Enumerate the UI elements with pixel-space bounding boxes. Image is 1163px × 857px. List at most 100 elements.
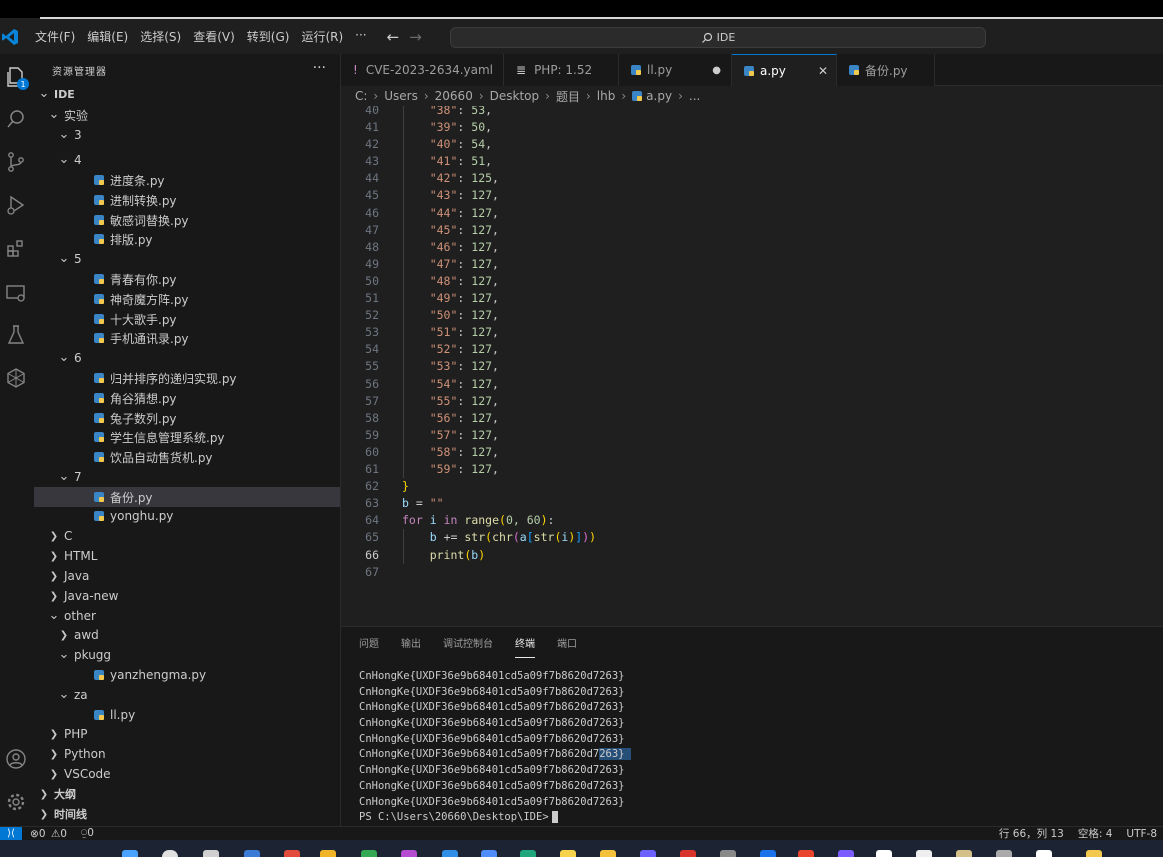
- app-icon[interactable]: [1036, 850, 1052, 857]
- app-icon[interactable]: [520, 850, 536, 857]
- app-icon[interactable]: [916, 850, 932, 857]
- breadcrumb-item[interactable]: Desktop: [490, 89, 540, 103]
- wechat-icon[interactable]: [361, 850, 377, 857]
- file-item[interactable]: 归并排序的递归实现.py: [34, 368, 340, 388]
- tab-1[interactable]: ≣ PHP: 1.52: [504, 54, 619, 86]
- file-item[interactable]: 角谷猜想.py: [34, 388, 340, 408]
- dirty-dot-icon[interactable]: ●: [712, 65, 721, 76]
- explorer-more-icon[interactable]: ···: [313, 60, 326, 76]
- app-icon[interactable]: [401, 850, 417, 857]
- tab-3[interactable]: a.py ✕: [732, 54, 837, 86]
- breadcrumb-item[interactable]: lhb: [597, 89, 616, 103]
- folder-item[interactable]: ❯ Java-new: [34, 586, 340, 606]
- app-icon[interactable]: [798, 850, 814, 857]
- nav-back-icon[interactable]: ←: [387, 28, 400, 46]
- tab-4[interactable]: 备份.py: [837, 54, 935, 86]
- tab-2[interactable]: ll.py ●: [619, 54, 732, 86]
- search-taskbar-icon[interactable]: [162, 850, 178, 857]
- breadcrumb-item[interactable]: ...: [689, 89, 700, 103]
- file-item[interactable]: 神奇魔方阵.py: [34, 289, 340, 309]
- nav-forward-icon[interactable]: →: [409, 28, 422, 46]
- file-item[interactable]: 青春有你.py: [34, 269, 340, 289]
- file-item[interactable]: 进度条.py: [34, 170, 340, 190]
- menu-item[interactable]: ···: [349, 28, 372, 45]
- app-icon[interactable]: [284, 850, 300, 857]
- folder-item[interactable]: ❯ awd: [34, 625, 340, 645]
- panel-tab[interactable]: 端口: [557, 635, 577, 650]
- code-editor[interactable]: 40 "38": 53, 41 "39": 50, 42 "40": 54, 43 "…: [341, 106, 1163, 626]
- app-icon[interactable]: [838, 850, 854, 857]
- menu-item[interactable]: 选择(S): [134, 28, 187, 45]
- gitlens-icon[interactable]: [3, 365, 29, 391]
- breadcrumb-item[interactable]: 题目: [556, 88, 580, 105]
- folder-item[interactable]: ❯ C: [34, 526, 340, 546]
- app-icon[interactable]: [560, 850, 576, 857]
- file-item[interactable]: ll.py: [34, 705, 340, 725]
- search-sidebar-icon[interactable]: [3, 106, 29, 132]
- folder-item[interactable]: ❯ VSCode: [34, 764, 340, 784]
- folder-item[interactable]: ⌄ 4: [34, 150, 340, 170]
- panel-tab[interactable]: 输出: [401, 635, 421, 650]
- folder-item[interactable]: ⌄ other: [34, 606, 340, 626]
- app-icon[interactable]: [720, 850, 736, 857]
- encoding[interactable]: UTF-8: [1126, 828, 1157, 840]
- timeline-section[interactable]: ❯ 时间线: [34, 804, 340, 824]
- file-item[interactable]: 饮品自动售货机.py: [34, 447, 340, 467]
- extensions-icon[interactable]: [3, 236, 29, 262]
- breadcrumb-item[interactable]: C:: [355, 89, 367, 103]
- source-control-icon[interactable]: [3, 149, 29, 175]
- run-debug-icon[interactable]: [3, 192, 29, 218]
- testing-icon[interactable]: [3, 322, 29, 348]
- file-item[interactable]: yanzhengma.py: [34, 665, 340, 685]
- command-center-search[interactable]: IDE: [450, 27, 986, 48]
- close-icon[interactable]: ✕: [818, 64, 828, 78]
- app-icon[interactable]: [1086, 850, 1102, 857]
- folder-item[interactable]: ⌄ 实验: [34, 105, 340, 125]
- panel-tab[interactable]: 问题: [359, 635, 379, 650]
- app-icon[interactable]: [680, 850, 696, 857]
- file-item[interactable]: 进制转换.py: [34, 190, 340, 210]
- file-item[interactable]: 手机通讯录.py: [34, 328, 340, 348]
- menu-item[interactable]: 文件(F): [29, 28, 81, 45]
- app-icon[interactable]: [876, 850, 892, 857]
- file-item[interactable]: 备份.py: [34, 487, 340, 507]
- files-icon[interactable]: [320, 850, 336, 857]
- problems-indicator[interactable]: ⊗0 ⚠0: [30, 828, 67, 840]
- file-item[interactable]: 敏感词替换.py: [34, 210, 340, 230]
- file-item[interactable]: yonghu.py: [34, 506, 340, 526]
- indentation[interactable]: 空格: 4: [1078, 826, 1113, 841]
- file-item[interactable]: 十大歌手.py: [34, 309, 340, 329]
- menu-item[interactable]: 查看(V): [187, 28, 241, 45]
- panel-tab[interactable]: 终端: [515, 635, 535, 658]
- folder-icon[interactable]: [600, 850, 616, 857]
- settings-gear-icon[interactable]: [3, 789, 29, 815]
- terminal-output[interactable]: CnHongKe{UXDF36e9b68401cd5a09f7b8620d726…: [359, 669, 631, 826]
- explorer-icon[interactable]: 1: [3, 64, 29, 90]
- chrome-icon[interactable]: [760, 850, 776, 857]
- folder-item[interactable]: ⌄ 5: [34, 249, 340, 269]
- menu-item[interactable]: 编辑(E): [81, 28, 134, 45]
- app-icon[interactable]: [640, 850, 656, 857]
- breadcrumb-item[interactable]: Users: [384, 89, 418, 103]
- tab-0[interactable]: ! CVE-2023-2634.yaml: [341, 54, 504, 86]
- panel-tab[interactable]: 调试控制台: [443, 635, 493, 650]
- account-icon[interactable]: [3, 746, 29, 772]
- folder-item[interactable]: ⌄ pkugg: [34, 645, 340, 665]
- task-view-icon[interactable]: [203, 850, 219, 857]
- remote-explorer-icon[interactable]: [3, 280, 29, 306]
- start-icon[interactable]: [122, 850, 138, 857]
- folder-item[interactable]: ❯ PHP: [34, 724, 340, 744]
- remote-indicator-icon[interactable]: ⟩⟨: [0, 826, 22, 841]
- ports-indicator[interactable]: ⍜0: [81, 827, 94, 840]
- folder-item[interactable]: ⌄ 6: [34, 348, 340, 368]
- breadcrumb-item[interactable]: a.py: [646, 89, 672, 103]
- folder-item[interactable]: ⌄ 3: [34, 125, 340, 145]
- app-icon[interactable]: [996, 850, 1012, 857]
- outline-section[interactable]: ❯ 大纲: [34, 784, 340, 804]
- folder-item[interactable]: ⌄ IDE: [34, 84, 340, 104]
- breadcrumb-item[interactable]: 20660: [435, 89, 473, 103]
- folder-item[interactable]: ❯ Java: [34, 566, 340, 586]
- file-item[interactable]: 兔子数列.py: [34, 408, 340, 428]
- terminal-prompt[interactable]: PS C:\Users\20660\Desktop\IDE>: [359, 810, 631, 826]
- folder-item[interactable]: ❯ HTML: [34, 546, 340, 566]
